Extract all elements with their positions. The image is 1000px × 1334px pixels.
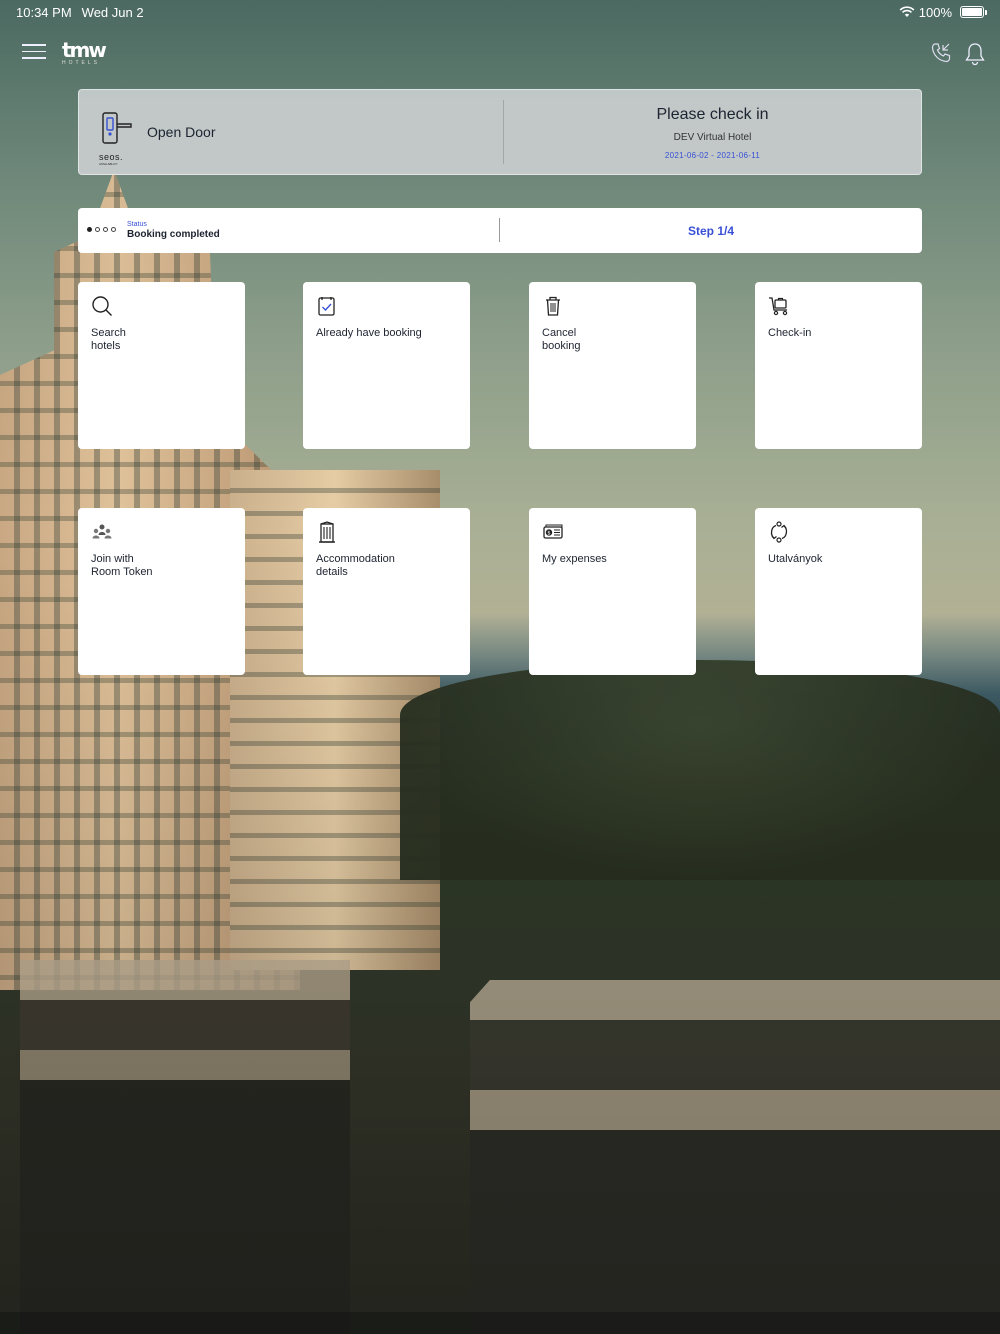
tile-accommodation-details[interactable]: Accommodation details [303,508,470,675]
status-date: Wed Jun 2 [81,4,144,20]
tile-label-line: Utalványok [768,553,823,565]
tile-already-have-booking[interactable]: Already have booking [303,282,470,449]
status-time: 10:34 PM [16,4,72,20]
money-icon: $ [543,524,563,539]
tile-label: Accommodation details [316,553,436,579]
tile-utalvanyok[interactable]: Utalványok [755,508,922,675]
tile-label-line: My expenses [542,553,607,565]
seos-wordmark: seos. [99,152,124,162]
background-photo-roofs [470,860,1000,1334]
app-header: tmw HOTELS [0,36,1000,72]
tile-label: Join with Room Token [91,553,211,579]
seos-subtitle: ASSA ABLOY [99,162,118,166]
exchange-icon [770,521,788,543]
luggage-cart-icon [769,297,788,316]
tile-label: My expenses [542,553,662,566]
tile-label: Search hotels [91,327,211,353]
bell-icon[interactable] [963,42,987,66]
step-dots [87,227,116,232]
step-dot [87,227,92,232]
system-status-bar: 10:34 PM Wed Jun 2 100% [0,0,1000,24]
tile-search-hotels[interactable]: Search hotels [78,282,245,449]
group-icon [92,524,112,539]
tile-label-line: Already have booking [316,327,422,339]
tile-label-line: Accommodation [316,553,395,565]
tile-join-room-token[interactable]: Join with Room Token [78,508,245,675]
status-text: Status Booking completed [127,221,220,240]
app-logo: tmw HOTELS [62,38,107,68]
tile-label-line: booking [542,340,581,352]
status-label: Status [127,221,147,228]
status-right: 100% [899,4,987,20]
battery-percent: 100% [918,4,952,20]
open-door-button[interactable]: seos. ASSA ABLOY Open Door [79,90,503,174]
tile-label: Utalványok [768,553,888,566]
stay-dates: 2021-06-02 - 2021-06-11 [664,151,761,160]
booking-status-card: Status Booking completed Step 1/4 [78,208,922,253]
phone-icon[interactable] [930,42,952,64]
door-checkin-card: seos. ASSA ABLOY Open Door Please check … [78,89,922,175]
door-lock-icon [102,112,132,144]
checkin-info[interactable]: Please check in DEV Virtual Hotel 2021-0… [504,90,921,174]
tile-label-line: Search [91,327,126,339]
search-icon [92,296,112,316]
checkin-title: Please check in [656,106,769,123]
status-value: Booking completed [127,229,220,240]
hotel-name: DEV Virtual Hotel [673,132,752,143]
background-photo-shore [400,660,1000,880]
battery-icon [960,6,987,18]
booking-check-icon [318,297,335,316]
seos-brand: seos. ASSA ABLOY [99,112,133,166]
tile-label-line: hotels [91,340,121,352]
menu-icon[interactable] [22,44,46,60]
svg-text:$: $ [547,531,550,537]
tile-label-line: Room Token [91,566,153,578]
tile-label-line: Check-in [768,327,812,339]
tile-label: Already have booking [316,327,436,340]
tile-my-expenses[interactable]: $ My expenses [529,508,696,675]
open-door-label: Open Door [147,124,216,140]
tile-check-in[interactable]: Check-in [755,282,922,449]
background-photo-roofs-left [20,960,350,1334]
tile-label: Check-in [768,327,888,340]
tile-label: Cancel booking [542,327,662,353]
tile-cancel-booking[interactable]: Cancel booking [529,282,696,449]
tile-label-line: Join with [91,553,134,565]
home-indicator-bar [0,1312,1000,1334]
trash-icon [546,296,560,316]
step-dot [95,227,100,232]
logo-wordmark: tmw [62,38,107,62]
tile-label-line: details [316,566,348,578]
tile-label-line: Cancel [542,327,577,339]
building-icon [319,521,335,543]
step-indicator-button[interactable]: Step 1/4 [500,208,922,253]
step-dot [103,227,108,232]
step-dot [111,227,116,232]
wifi-icon [899,6,915,17]
logo-subtitle: HOTELS [62,60,101,66]
